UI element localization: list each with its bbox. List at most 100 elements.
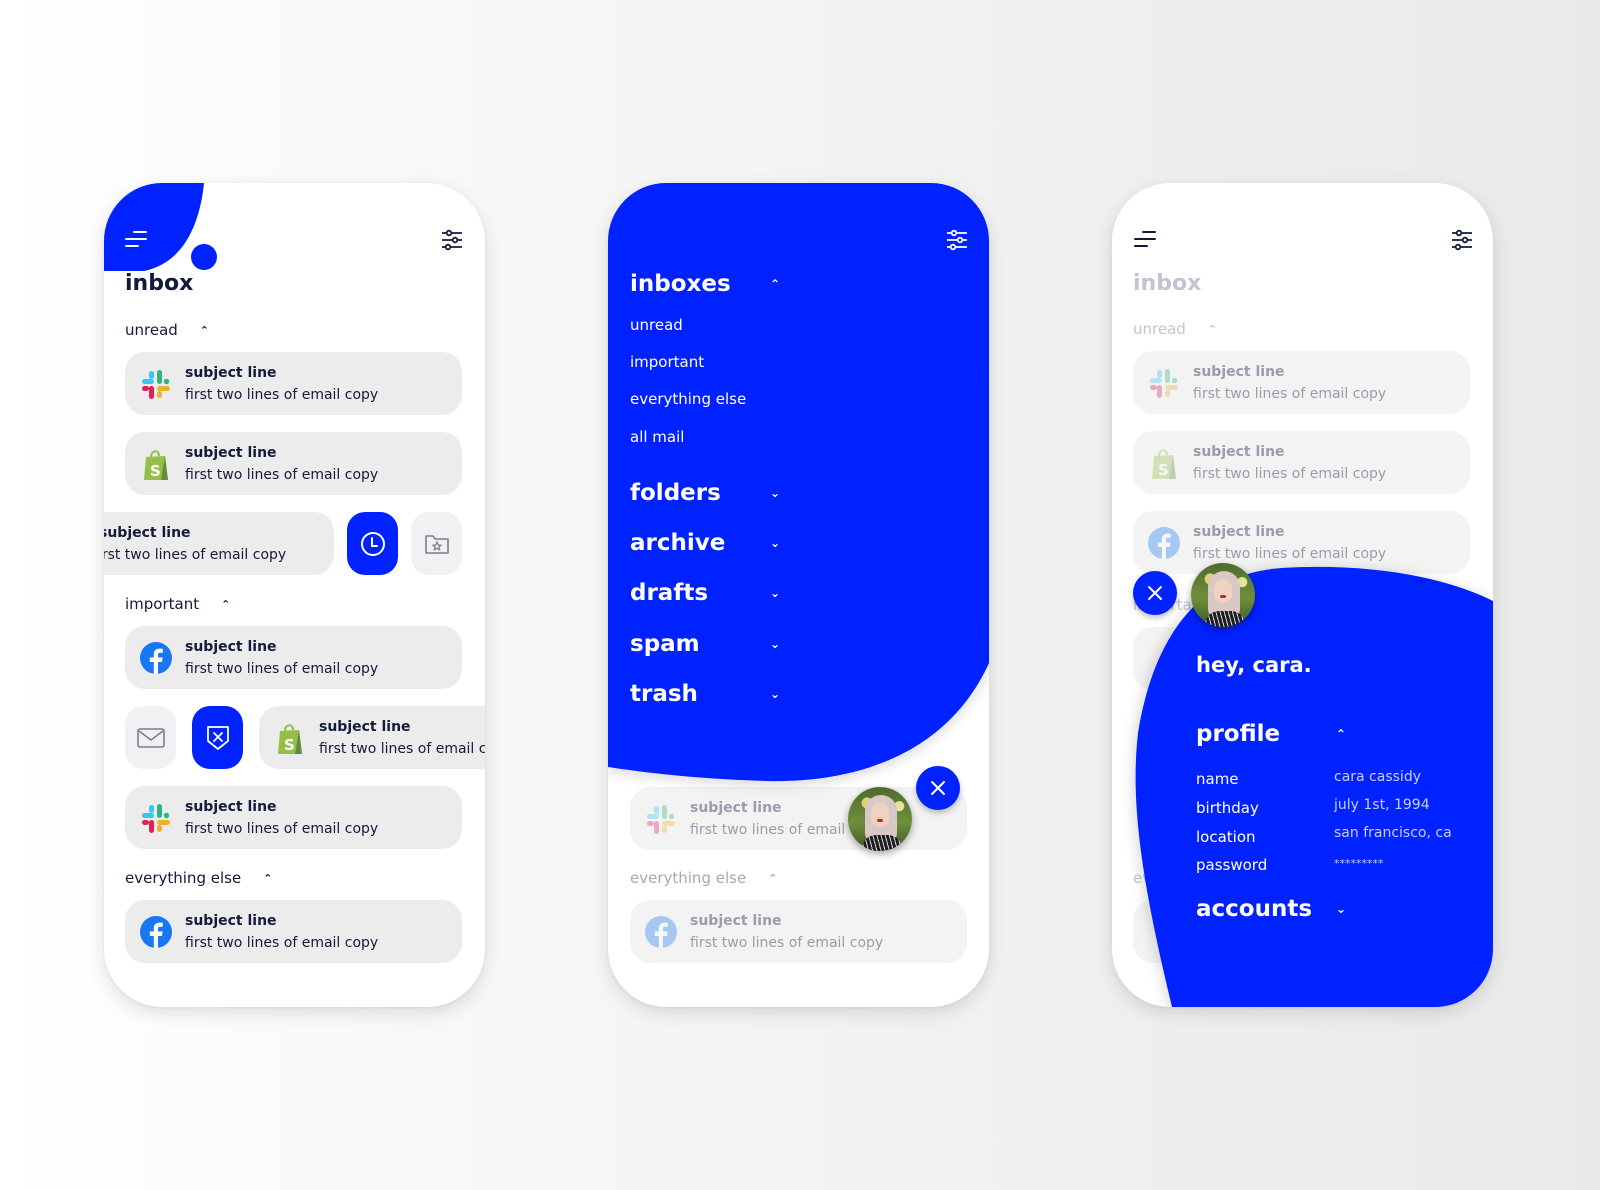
email-item[interactable]: subject line first two lines of email cop… [125,900,462,963]
email-subject: subject line [185,364,277,381]
filter-button[interactable] [945,228,969,252]
menu-group-label: drafts [630,580,709,606]
email-preview: first two lines of email copy [185,820,379,837]
field-value-name[interactable]: cara cassidy [1334,769,1421,785]
email-preview: first two lines of email copy [185,386,379,403]
menu-icon [125,231,147,247]
profile-avatar[interactable] [848,787,912,851]
field-label-location: location [1196,828,1256,846]
section-header-unread[interactable]: unread ⌃ [125,321,209,339]
email-item-swiped[interactable]: subject line first two lines of email cop… [104,512,334,575]
email-item: subject line first two lines of email cop… [630,787,967,850]
email-item-swiped[interactable]: subject line first two lines of email cop… [259,706,485,769]
menu-group-label: spam [630,631,700,657]
close-profile-button[interactable] [1133,571,1177,615]
menu-group-label: inboxes [630,271,731,297]
menu-group-trash[interactable]: trash ⌄ [630,681,830,707]
menu-group-label: archive [630,530,726,556]
accounts-heading: accounts [1196,896,1313,922]
email-preview: first two lines of email copy [185,466,379,483]
screen-inbox: inbox unread ⌃ subject line first two lin… [104,183,485,1007]
close-icon [931,781,945,795]
email-subject: subject line [185,912,277,929]
facebook-icon [139,641,173,675]
email-subject: subject line [104,524,191,541]
block-sender-button[interactable] [192,706,243,769]
section-label: everything else [125,869,242,887]
shield-x-icon [206,725,229,750]
slack-icon [139,367,173,401]
facebook-icon [139,915,173,949]
menu-group-folders[interactable]: folders ⌄ [630,480,830,506]
email-preview: first two lines of email copy [690,934,884,951]
menu-item-all-mail[interactable]: all mail [630,428,684,446]
accounts-section-header[interactable]: accounts ⌄ [1196,896,1396,922]
filter-button[interactable] [440,228,464,252]
section-label: important [125,595,200,613]
facebook-icon [644,915,678,949]
menu-group-label: trash [630,681,698,707]
slack-icon [644,802,678,836]
slack-icon [139,801,173,835]
email-item[interactable]: subject line first two lines of email cop… [125,626,462,689]
profile-avatar[interactable] [1191,563,1255,627]
section-label: unread [125,321,178,339]
chevron-down-icon: ⌄ [770,486,781,500]
clock-icon [360,531,385,556]
email-item[interactable]: subject line first two lines of email cop… [125,786,462,849]
menu-group-inboxes[interactable]: inboxes ⌃ [630,271,830,297]
move-to-folder-button[interactable] [411,512,462,575]
menu-group-label: folders [630,480,721,506]
section-header-important[interactable]: important ⌃ [125,595,230,613]
email-subject: subject line [185,444,277,461]
menu-item-important[interactable]: important [630,353,704,371]
folder-star-icon [424,534,449,554]
mail-icon [136,727,165,748]
field-value-location[interactable]: san francisco, ca [1334,825,1452,841]
chevron-down-icon: ⌄ [770,687,781,701]
chevron-up-icon: ⌃ [263,871,273,885]
chevron-up-icon: ⌃ [768,871,778,885]
email-subject: subject line [319,718,411,735]
menu-item-everything-else[interactable]: everything else [630,390,746,408]
menu-button[interactable] [124,228,148,250]
chevron-down-icon: ⌄ [770,637,781,651]
chevron-down-icon: ⌄ [1336,902,1347,916]
field-label-password: password [1196,856,1268,874]
email-item: subject line first two lines of email cop… [630,900,967,963]
greeting: hey, cara. [1196,653,1312,677]
field-label-name: name [1196,770,1239,788]
chevron-up-icon: ⌃ [221,597,231,611]
shopify-icon [273,721,307,755]
sliders-icon [440,228,464,252]
email-preview: first two lines of email copy [319,740,485,757]
email-item[interactable]: subject line first two lines of email cop… [125,352,462,415]
chevron-down-icon: ⌄ [770,586,781,600]
sliders-icon [945,228,969,252]
email-subject: subject line [185,638,277,655]
chevron-down-icon: ⌄ [770,536,781,550]
close-icon [1148,586,1162,600]
section-header-everything-else: everything else ⌃ [630,869,777,887]
section-header-everything-else[interactable]: everything else ⌃ [125,869,272,887]
section-label: everything else [630,869,747,887]
menu-group-spam[interactable]: spam ⌄ [630,631,830,657]
email-subject: subject line [185,798,277,815]
email-preview: first two lines of email copy [104,546,287,563]
profile-section-header[interactable]: profile ⌃ [1196,721,1396,747]
mark-unread-button[interactable] [125,706,176,769]
email-preview: first two lines of email copy [185,660,379,677]
snooze-button[interactable] [347,512,398,575]
close-menu-button[interactable] [916,766,960,810]
email-item[interactable]: subject line first two lines of email cop… [125,432,462,495]
field-label-birthday: birthday [1196,799,1259,817]
field-value-password[interactable]: ********* [1334,857,1384,870]
menu-item-unread[interactable]: unread [630,316,683,334]
menu-group-archive[interactable]: archive ⌄ [630,530,830,556]
page-title: inbox [125,271,194,296]
menu-group-drafts[interactable]: drafts ⌄ [630,580,830,606]
chevron-up-icon: ⌃ [770,277,781,291]
field-value-birthday[interactable]: july 1st, 1994 [1334,797,1430,813]
email-preview: first two lines of email copy [185,934,379,951]
chevron-up-icon: ⌃ [1336,727,1347,741]
